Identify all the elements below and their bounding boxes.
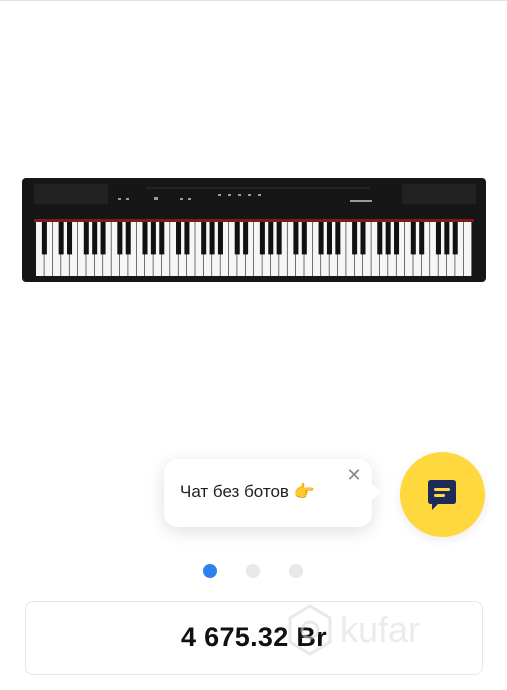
chat-message-icon xyxy=(428,480,456,510)
chat-promo-text: Чат без ботов 👉 xyxy=(180,482,315,501)
svg-text:kufar: kufar xyxy=(340,609,420,650)
black-key xyxy=(293,222,299,255)
black-key xyxy=(276,222,282,255)
top-divider xyxy=(0,0,507,1)
black-key xyxy=(452,222,458,255)
black-key xyxy=(385,222,391,255)
black-key xyxy=(83,222,89,255)
black-key xyxy=(142,222,148,255)
black-key xyxy=(201,222,207,255)
black-key xyxy=(243,222,249,255)
black-key xyxy=(394,222,400,255)
carousel-dot-1[interactable] xyxy=(203,564,217,578)
carousel-dot-3[interactable] xyxy=(289,564,303,578)
black-key xyxy=(159,222,165,255)
black-key xyxy=(419,222,425,255)
black-key xyxy=(410,222,416,255)
black-key xyxy=(100,222,106,255)
black-key xyxy=(67,222,73,255)
black-key xyxy=(360,222,366,255)
black-key xyxy=(125,222,131,255)
black-key xyxy=(209,222,215,255)
black-key xyxy=(377,222,383,255)
black-key xyxy=(92,222,98,255)
black-key xyxy=(259,222,265,255)
black-key xyxy=(301,222,307,255)
close-icon[interactable]: ✕ xyxy=(346,466,362,484)
black-key xyxy=(444,222,450,255)
product-photo[interactable] xyxy=(20,178,488,282)
black-key xyxy=(184,222,190,255)
black-key xyxy=(234,222,240,255)
black-key xyxy=(176,222,182,255)
black-key xyxy=(352,222,358,255)
kufar-watermark-logo: kufar xyxy=(288,604,420,656)
black-key xyxy=(150,222,156,255)
black-key xyxy=(326,222,332,255)
black-key xyxy=(268,222,274,255)
black-key xyxy=(335,222,341,255)
chat-button[interactable] xyxy=(400,452,485,537)
black-key xyxy=(217,222,223,255)
white-key xyxy=(463,222,472,276)
black-key xyxy=(41,222,47,255)
carousel-pagination xyxy=(203,564,303,578)
black-key xyxy=(58,222,64,255)
black-key xyxy=(117,222,123,255)
chat-promo-bubble[interactable]: Чат без ботов 👉 ✕ xyxy=(164,459,381,527)
carousel-dot-2[interactable] xyxy=(246,564,260,578)
black-key xyxy=(318,222,324,255)
black-key xyxy=(435,222,441,255)
